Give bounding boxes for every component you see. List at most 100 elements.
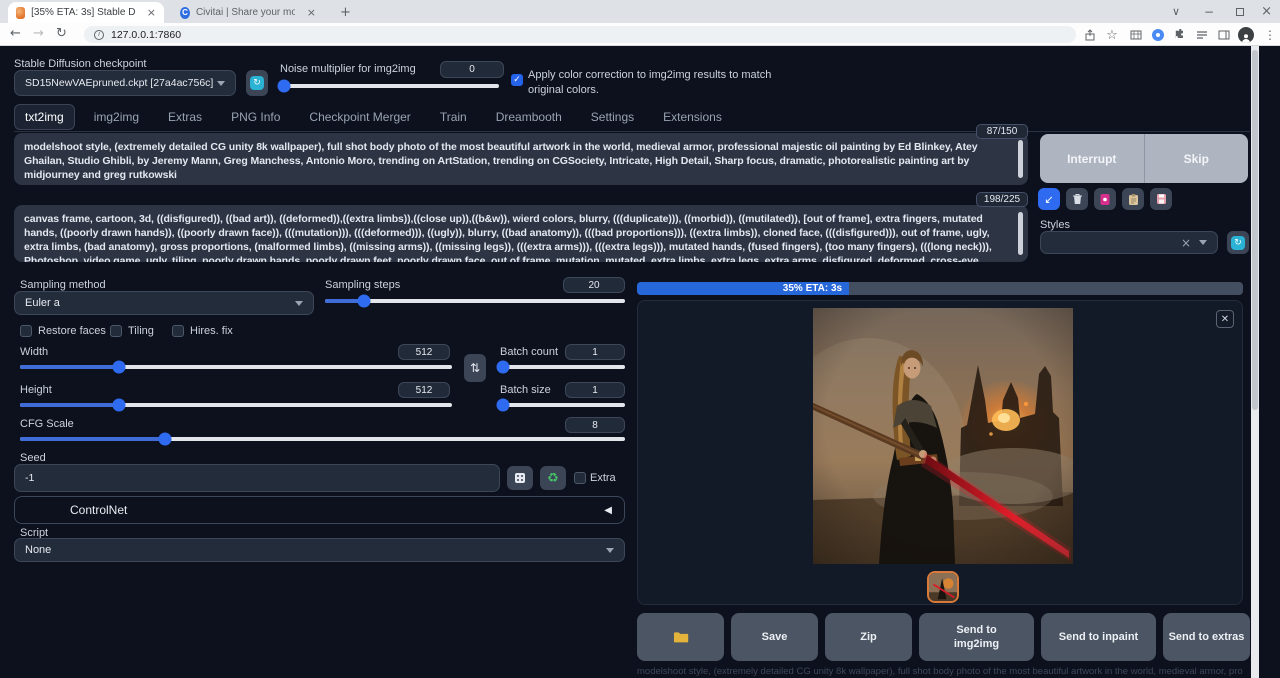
tab-settings[interactable]: Settings: [581, 105, 644, 129]
scrollbar-thumb[interactable]: [1252, 50, 1258, 410]
prompt-input[interactable]: modelshoot style, (extremely detailed CG…: [14, 133, 1028, 185]
restore-faces-checkbox[interactable]: [20, 325, 32, 337]
height-slider[interactable]: [20, 403, 452, 407]
height-value[interactable]: 512: [398, 382, 450, 398]
skip-button[interactable]: Skip: [1145, 134, 1249, 183]
clear-styles-icon[interactable]: ×: [1181, 236, 1191, 250]
tab-close-icon[interactable]: ×: [147, 6, 156, 19]
extension-blue-dot-icon[interactable]: [1150, 27, 1166, 43]
browser-tab-civitai[interactable]: C Civitai | Share your models ×: [172, 2, 324, 23]
address-bar[interactable]: i 127.0.0.1:7860: [84, 26, 1076, 43]
trash-icon: [1072, 193, 1083, 205]
tab-dreambooth[interactable]: Dreambooth: [486, 105, 572, 129]
save-button[interactable]: Save: [731, 613, 818, 661]
batch-size-value[interactable]: 1: [565, 382, 625, 398]
random-seed-button[interactable]: [507, 466, 533, 490]
kebab-menu-icon[interactable]: ⋮: [1262, 27, 1278, 43]
negative-prompt-scrollbar[interactable]: [1018, 212, 1023, 255]
clear-prompt-button[interactable]: [1066, 188, 1088, 210]
close-preview-button[interactable]: ✕: [1216, 310, 1234, 328]
slider-knob[interactable]: [113, 399, 126, 412]
tiling-label: Tiling: [128, 325, 154, 337]
window-minimize-icon[interactable]: −: [1204, 0, 1214, 23]
floppy-disk-icon: [1156, 193, 1167, 205]
save-style-button[interactable]: [1150, 188, 1172, 210]
browser-tab-stable-diffusion[interactable]: [35% ETA: 3s] Stable Diffusion ×: [8, 2, 164, 23]
styles-dropdown[interactable]: ×: [1040, 231, 1218, 254]
extension-list-icon[interactable]: [1194, 27, 1210, 43]
prompt-scrollbar[interactable]: [1018, 140, 1023, 178]
reuse-seed-button[interactable]: ♻: [540, 466, 566, 490]
hires-fix-checkbox[interactable]: [172, 325, 184, 337]
forward-icon[interactable]: →: [33, 25, 44, 43]
back-icon[interactable]: ←: [10, 25, 21, 43]
send-to-inpaint-button[interactable]: Send to inpaint: [1041, 613, 1156, 661]
tab-divider: [14, 131, 1250, 132]
zip-button[interactable]: Zip: [825, 613, 912, 661]
tab-png-info[interactable]: PNG Info: [221, 105, 290, 129]
styles-refresh-button[interactable]: ↻: [1227, 231, 1249, 254]
tab-txt2img[interactable]: txt2img: [14, 104, 75, 130]
sampling-method-dropdown[interactable]: Euler a: [14, 291, 314, 315]
sampling-steps-slider[interactable]: [325, 299, 625, 303]
slider-knob[interactable]: [497, 399, 510, 412]
window-restore-icon[interactable]: [1236, 0, 1244, 23]
reload-icon[interactable]: ↻: [56, 25, 67, 43]
cfg-scale-value[interactable]: 8: [565, 417, 625, 433]
generated-image-preview[interactable]: [813, 308, 1073, 564]
slider-knob[interactable]: [497, 361, 510, 374]
tab-checkpoint-merger[interactable]: Checkpoint Merger: [299, 105, 420, 129]
send-to-img2img-button[interactable]: Send to img2img: [919, 613, 1034, 661]
tab-img2img[interactable]: img2img: [84, 105, 149, 129]
checkpoint-label: Stable Diffusion checkpoint: [14, 58, 147, 70]
batch-size-slider[interactable]: [497, 403, 625, 407]
page-scrollbar[interactable]: [1251, 46, 1259, 678]
send-to-extras-button[interactable]: Send to extras: [1163, 613, 1250, 661]
negative-prompt-input[interactable]: canvas frame, cartoon, 3d, ((disfigured)…: [14, 205, 1028, 262]
width-slider[interactable]: [20, 365, 452, 369]
profile-avatar[interactable]: [1238, 27, 1254, 43]
interrupt-button[interactable]: Interrupt: [1040, 134, 1144, 183]
site-info-icon[interactable]: i: [94, 30, 104, 40]
tab-extras[interactable]: Extras: [158, 105, 212, 129]
extension-grid-icon[interactable]: [1128, 27, 1144, 43]
checkpoint-refresh-button[interactable]: ↻: [246, 70, 268, 96]
extra-networks-button[interactable]: [1094, 188, 1116, 210]
checkpoint-dropdown[interactable]: SD15NewVAEpruned.ckpt [27a4ac756c]: [14, 70, 236, 96]
extensions-puzzle-icon[interactable]: [1172, 27, 1188, 43]
noise-multiplier-value[interactable]: 0: [440, 61, 504, 78]
width-value[interactable]: 512: [398, 344, 450, 360]
slider-knob[interactable]: [358, 295, 371, 308]
tab-extensions[interactable]: Extensions: [653, 105, 732, 129]
bookmark-star-icon[interactable]: ☆: [1104, 27, 1120, 43]
swap-dimensions-button[interactable]: ⇅: [464, 354, 486, 382]
controlnet-accordion[interactable]: ControlNet ◀: [14, 496, 625, 524]
cfg-scale-slider[interactable]: [20, 437, 625, 441]
sampling-steps-value[interactable]: 20: [563, 277, 625, 293]
open-folder-button[interactable]: [637, 613, 724, 661]
window-chevron-icon[interactable]: ∨: [1172, 0, 1180, 23]
tab-train[interactable]: Train: [430, 105, 477, 129]
seed-input[interactable]: -1: [14, 464, 500, 492]
slider-knob[interactable]: [278, 80, 291, 93]
civitai-favicon: C: [180, 7, 190, 19]
batch-count-value[interactable]: 1: [565, 344, 625, 360]
paste-generation-params-button[interactable]: ↙: [1038, 188, 1060, 210]
batch-count-slider[interactable]: [497, 365, 625, 369]
window-close-icon[interactable]: ×: [1261, 0, 1272, 23]
hires-fix-label: Hires. fix: [190, 325, 233, 337]
new-tab-button[interactable]: +: [332, 2, 359, 23]
prompt-box: modelshoot style, (extremely detailed CG…: [14, 133, 1028, 185]
side-panel-icon[interactable]: [1216, 27, 1232, 43]
script-dropdown[interactable]: None: [14, 538, 625, 562]
extra-seed-checkbox[interactable]: [574, 472, 586, 484]
gallery-thumbnail[interactable]: [927, 571, 959, 603]
noise-multiplier-slider[interactable]: [281, 84, 499, 88]
color-correction-checkbox[interactable]: ✓: [511, 74, 523, 86]
tab-close-icon[interactable]: ×: [307, 6, 316, 19]
tiling-checkbox[interactable]: [110, 325, 122, 337]
share-icon[interactable]: [1082, 27, 1098, 43]
apply-styles-button[interactable]: [1122, 188, 1144, 210]
slider-knob[interactable]: [159, 433, 172, 446]
slider-knob[interactable]: [113, 361, 126, 374]
